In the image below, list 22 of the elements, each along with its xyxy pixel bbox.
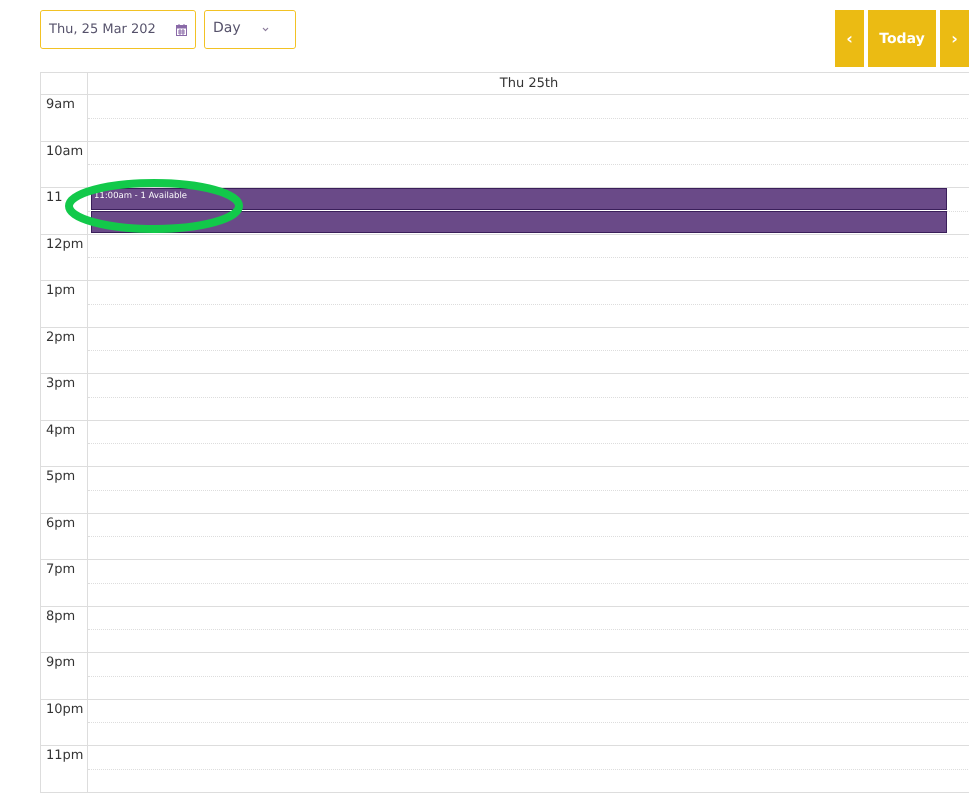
time-label: 9pm xyxy=(46,655,76,670)
time-label: 10am xyxy=(46,144,84,158)
time-label: 3pm xyxy=(46,376,76,391)
time-label: 5pm xyxy=(46,469,76,484)
time-label: 11pm xyxy=(46,748,84,763)
time-label: 11 xyxy=(46,190,64,205)
time-label: 8pm xyxy=(46,608,76,624)
time-label: 7pm xyxy=(46,562,76,577)
time-label: 9am xyxy=(46,97,76,112)
date-field[interactable]: Thu, 25 Mar 202 xyxy=(40,10,196,49)
view-select[interactable]: Day xyxy=(204,10,296,49)
time-label: 4pm xyxy=(46,422,76,438)
chevron-down-icon xyxy=(262,27,269,32)
time-label: 6pm xyxy=(46,516,76,530)
time-label: 1pm xyxy=(46,283,76,298)
event-block[interactable] xyxy=(91,211,947,234)
time-label: 2pm xyxy=(46,330,76,344)
event-block[interactable]: 11:00am - 1 Available xyxy=(91,188,947,210)
time-label: 12pm xyxy=(46,236,84,252)
time-label: 10pm xyxy=(46,702,84,716)
calendar-icon xyxy=(176,24,187,36)
day-header: Thu 25th xyxy=(500,76,558,91)
